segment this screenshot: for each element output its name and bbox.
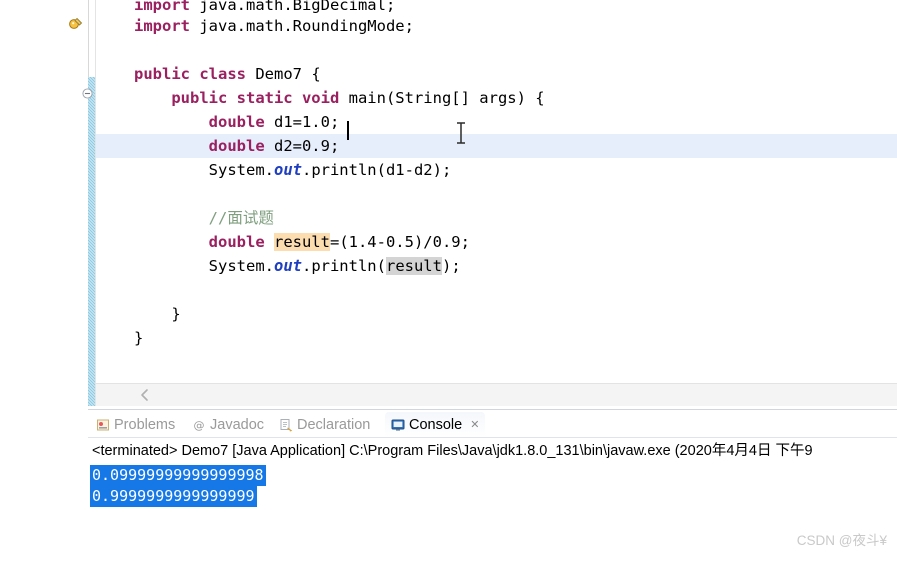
mouse-ibeam-cursor — [454, 122, 468, 144]
code-token: double — [208, 137, 274, 155]
code-line[interactable]: 13 double result=(1.4-0.5)/0.9; — [96, 230, 897, 254]
code-line-text: } — [134, 326, 143, 350]
code-token: java.math.RoundingMode; — [199, 17, 414, 35]
code-line[interactable]: 9 double d2=0.9; — [96, 134, 897, 158]
tab-label: Problems — [114, 416, 176, 433]
code-token: double — [208, 233, 274, 251]
code-line-text: System.out.println(d1-d2); — [134, 158, 452, 182]
tab-problems[interactable]: Problems — [90, 412, 181, 437]
code-line[interactable]: 8 double d1=1.0; — [96, 110, 897, 134]
code-token: .println(d1-d2); — [301, 161, 452, 179]
window-left-margin — [0, 0, 88, 406]
code-token: double — [208, 113, 274, 131]
console-left-margin — [0, 412, 88, 561]
java-editor-panel: 3import java.math.BigDecimal;4import jav… — [0, 0, 897, 407]
code-token: import — [134, 17, 200, 35]
code-line[interactable]: 17} — [96, 326, 897, 350]
code-token: //面试题 — [208, 209, 274, 227]
code-token: d1=1.0; — [273, 113, 340, 131]
console-view-stack: Problems @ Javadoc Declaration Console ✕ <ter… — [88, 412, 897, 561]
svg-text:@: @ — [194, 419, 205, 432]
eclipse-ide-window: 3import java.math.BigDecimal;4import jav… — [0, 0, 897, 561]
gutter-divider — [88, 0, 89, 77]
fold-collapse-icon[interactable] — [82, 86, 93, 99]
editor-horizontal-scrollbar[interactable] — [96, 383, 897, 406]
chevron-left-icon[interactable] — [138, 388, 152, 402]
declaration-icon — [279, 418, 293, 432]
console-process-label: <terminated> Demo7 [Java Application] C:… — [92, 443, 813, 459]
code-token: System. — [134, 161, 274, 179]
code-token: public class — [134, 65, 256, 83]
code-line[interactable]: 6public class Demo7 { — [96, 62, 897, 86]
code-token: result — [273, 233, 330, 251]
code-token: System. — [134, 257, 274, 275]
tab-label: Console — [409, 416, 463, 433]
code-text-area[interactable]: 3import java.math.BigDecimal;4import jav… — [96, 0, 897, 383]
code-line-text: import java.math.BigDecimal; — [134, 0, 395, 13]
code-token: d2=0.9; — [273, 137, 340, 155]
code-line-text: public class Demo7 { — [134, 62, 321, 86]
problems-icon — [96, 418, 110, 432]
code-token: ); — [441, 257, 461, 275]
code-token: Demo7 { — [255, 65, 321, 83]
code-line-text: } — [134, 302, 181, 326]
console-output-body[interactable]: <terminated> Demo7 [Java Application] C:… — [88, 437, 897, 561]
console-icon — [391, 418, 405, 432]
code-line[interactable]: 12 //面试题 — [96, 206, 897, 230]
code-line-text: double d1=1.0; — [134, 110, 340, 134]
code-line[interactable]: 7 public static void main(String[] args)… — [96, 86, 897, 110]
code-line-text: System.out.println(result); — [134, 254, 461, 278]
console-output-line: 0.09999999999999998 — [90, 465, 266, 486]
tab-declaration[interactable]: Declaration — [273, 412, 376, 437]
code-token: main(String[] args) { — [348, 89, 545, 107]
text-caret — [347, 121, 349, 140]
code-line-text: public static void main(String[] args) { — [134, 86, 545, 110]
code-token: java.math.BigDecimal; — [199, 0, 396, 14]
code-line-text: import java.math.RoundingMode; — [134, 14, 414, 38]
view-tab-bar: Problems @ Javadoc Declaration Console ✕ — [88, 412, 897, 437]
code-token: result — [385, 257, 442, 275]
code-line[interactable]: 18 — [96, 350, 897, 374]
code-line[interactable]: 16 } — [96, 302, 897, 326]
code-line[interactable]: 11 — [96, 182, 897, 206]
code-token: } — [134, 329, 144, 347]
method-range-indicator — [88, 77, 95, 407]
tab-console[interactable]: Console ✕ — [385, 412, 486, 437]
javadoc-icon: @ — [192, 418, 206, 432]
divider-line — [88, 409, 897, 410]
code-line[interactable]: 5 — [96, 38, 897, 62]
tab-label: Javadoc — [210, 416, 265, 433]
code-token: import — [134, 0, 200, 14]
code-line[interactable]: 14 System.out.println(result); — [96, 254, 897, 278]
code-token: =(1.4-0.5)/0.9; — [329, 233, 470, 251]
code-token: } — [134, 305, 181, 323]
console-output-line: 0.9999999999999999 — [90, 486, 257, 507]
code-line[interactable]: 4import java.math.RoundingMode; — [96, 14, 897, 38]
code-line[interactable]: 3import java.math.BigDecimal; — [96, 0, 897, 14]
code-line[interactable]: 15 — [96, 278, 897, 302]
close-icon[interactable]: ✕ — [470, 418, 479, 431]
code-line-text: double d2=0.9; — [134, 134, 340, 158]
code-line-text: double result=(1.4-0.5)/0.9; — [134, 230, 470, 254]
tab-javadoc[interactable]: @ Javadoc — [186, 412, 270, 437]
watermark: CSDN @夜斗¥ — [796, 533, 887, 548]
code-token: public static void — [171, 89, 349, 107]
code-line[interactable]: 10 System.out.println(d1-d2); — [96, 158, 897, 182]
code-token: out — [273, 161, 302, 179]
code-token: out — [273, 257, 302, 275]
tab-label: Declaration — [297, 416, 371, 433]
code-token: .println( — [301, 257, 386, 275]
code-line-text: //面试题 — [134, 206, 274, 230]
warning-icon[interactable] — [68, 15, 84, 31]
